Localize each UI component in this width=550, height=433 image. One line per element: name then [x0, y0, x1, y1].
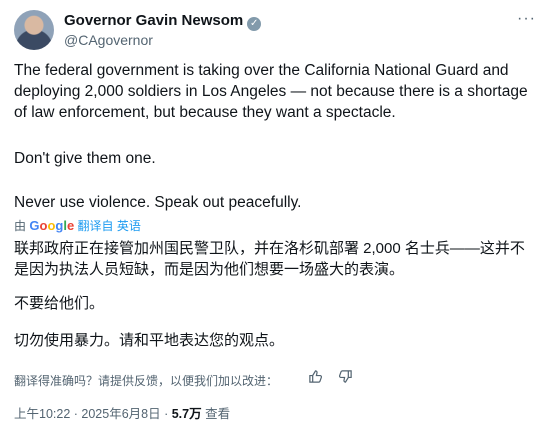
- translated-paragraph: 联邦政府正在接管加州国民警卫队，并在洛杉矶部署 2,000 名士兵——这并不是因…: [14, 240, 525, 278]
- tweet-paragraph: Don't give them one.: [14, 150, 156, 167]
- translation-attribution: 由 Google 翻译自 英语: [14, 217, 141, 234]
- translation-link[interactable]: 翻译自 英语: [78, 219, 141, 233]
- verified-badge-icon: ✓: [247, 17, 262, 31]
- google-logo: Google: [29, 218, 75, 233]
- view-label: 查看: [201, 407, 231, 421]
- feedback-buttons: [306, 369, 362, 389]
- author-name[interactable]: Governor Gavin Newsom ✓: [64, 12, 262, 31]
- translation-by: 由: [14, 219, 27, 233]
- translation-feedback-prompt: 翻译得准确吗？请提供反馈，以便我们加以改进：: [14, 374, 279, 388]
- tweet-paragraph: Never use violence. Speak out peacefully…: [14, 194, 302, 211]
- translated-paragraph: 切勿使用暴力。请和平地表达您的观点。: [14, 332, 285, 349]
- tweet-meta: 上午10:22 · 2025年6月8日 · 5.7万 查看: [14, 403, 230, 422]
- author-handle[interactable]: @CAgovernor: [64, 32, 153, 48]
- author-name-text: Governor Gavin Newsom: [64, 12, 244, 29]
- thumbs-down-icon[interactable]: [336, 369, 354, 387]
- more-options-icon[interactable]: ···: [517, 10, 536, 28]
- avatar[interactable]: [14, 10, 54, 50]
- view-count: 5.7万: [171, 407, 202, 421]
- translated-paragraph: 不要给他们。: [14, 295, 105, 312]
- thumbs-up-icon[interactable]: [306, 369, 324, 387]
- tweet-header: Governor Gavin Newsom ✓ @CAgovernor ···: [14, 10, 536, 52]
- tweet-timestamp[interactable]: 上午10:22 · 2025年6月8日 ·: [14, 407, 172, 421]
- tweet-paragraph: The federal government is taking over th…: [14, 62, 528, 121]
